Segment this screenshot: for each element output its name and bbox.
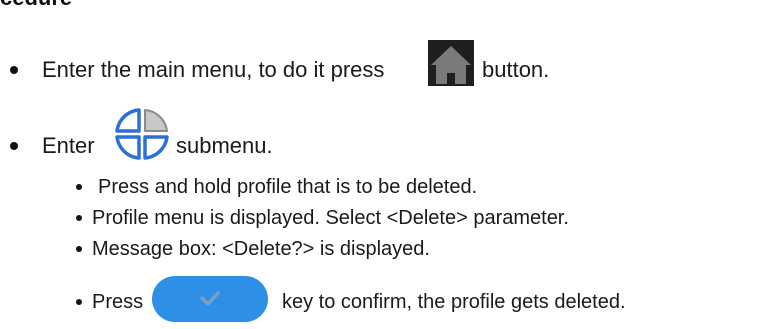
bullet-dot bbox=[10, 142, 18, 150]
sub-bullet-dot bbox=[76, 184, 82, 190]
sub-bullet-dot bbox=[76, 246, 82, 252]
step-2-text-before: Enter bbox=[42, 133, 95, 158]
substep-3: Message box: <Delete?> is displayed. bbox=[92, 238, 430, 260]
sub-bullet-dot bbox=[76, 215, 82, 221]
step-1-text-before: Enter the main menu, to do it press bbox=[42, 57, 385, 82]
step-2-text-after: submenu. bbox=[176, 133, 273, 158]
bullet-dot bbox=[10, 66, 18, 74]
substep-1: Press and hold profile that is to be del… bbox=[98, 176, 478, 198]
section-heading: cedure bbox=[0, 0, 72, 9]
step-1-text-after: button. bbox=[482, 57, 550, 82]
substep-4-text-before: Press bbox=[92, 291, 144, 313]
confirm-button[interactable] bbox=[152, 276, 268, 322]
home-icon[interactable] bbox=[428, 40, 474, 86]
sub-bullet-dot bbox=[76, 299, 82, 305]
profile-quadrant-icon[interactable] bbox=[112, 106, 172, 162]
substep-4-text-after: key to confirm, the profile gets deleted… bbox=[282, 291, 626, 313]
substep-2: Profile menu is displayed. Select <Delet… bbox=[92, 207, 569, 229]
